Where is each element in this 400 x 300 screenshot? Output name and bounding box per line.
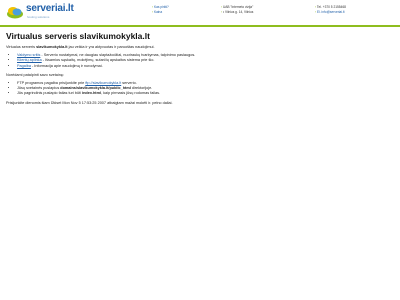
- page-title: Virtualus serveris slavikumokykla.lt: [6, 31, 150, 41]
- ftp-link[interactable]: ftp://slavikumokykla.lt: [85, 81, 121, 85]
- list-item-text: direktorijoje.: [130, 86, 153, 91]
- list-item-text: - Serverio nustatymai, ne daugiau slapta…: [40, 53, 196, 58]
- list-item-text: Jūsų svetainės puslapius: [17, 86, 61, 91]
- logo-cloud-icon: [7, 7, 23, 19]
- list-item-text: serverio.: [121, 81, 137, 86]
- intro-prefix: Virtualus serveris: [6, 45, 37, 49]
- upload-list: FTP programos pagalba prisijunkite prie …: [6, 81, 394, 97]
- logo-tagline: hosting solutions: [27, 15, 50, 19]
- company-name: UAB "Interneto vizija": [221, 5, 253, 10]
- list-item: Pagalba - Informacija apie naudojimą ir …: [17, 64, 394, 69]
- directory-path: domains/slavikumokykla.lt/public_html: [60, 86, 131, 91]
- help-link[interactable]: Pagalba: [17, 64, 31, 68]
- company-address: • Vilnius g. 14, Vilnius: [221, 10, 253, 15]
- logo-text: serveriai.lt: [26, 3, 74, 14]
- list-item-text: , kaip pirmasis jūsų rodomas failas.: [101, 91, 161, 96]
- header-company: UAB "Interneto vizija" • Vilnius g. 14, …: [221, 5, 253, 14]
- contact-phone: Tel. +370 5 2155468: [315, 5, 346, 10]
- intro-text: Virtualus serveris slavikumokykla.lt jau…: [6, 45, 394, 50]
- list-item: Jūs pagrindinis puslapio failas turi būt…: [17, 91, 394, 96]
- links-list: Valdymo sritis - Serverio nustatymai, ne…: [6, 53, 394, 69]
- header-link-buy[interactable]: Kas pirkti?: [152, 5, 169, 10]
- index-filename: index.html: [82, 91, 102, 96]
- list-item-text: - Išsamios sąskaitų, mokėjimų, sutarčių …: [41, 58, 155, 63]
- site-header: serveriai.lt hosting solutions Kas pirkt…: [0, 0, 400, 27]
- control-panel-link[interactable]: Valdymo sritis: [17, 53, 40, 57]
- list-item-text: Jūs pagrindinis puslapio failas turi būt…: [17, 91, 83, 96]
- footer-note: Prisijunkite dienomis šiam Ūkiset Mon No…: [6, 100, 173, 105]
- upload-heading: Norėdami patalpinti savo svetainę:: [6, 72, 65, 77]
- client-area-link[interactable]: Klientų aplinka: [17, 58, 42, 62]
- header-link-price[interactable]: Kaina: [152, 10, 169, 15]
- intro-domain: slavikumokykla.lt: [36, 45, 68, 49]
- contact-email[interactable]: El. info@serveriai.lt: [315, 10, 346, 15]
- header-contacts: Tel. +370 5 2155468 El. info@serveriai.l…: [315, 5, 346, 14]
- list-item-text: FTP programos pagalba prisijunkite prie: [17, 81, 86, 86]
- list-item-text: - Informacija apie naudojimą ir nurodyma…: [30, 63, 103, 68]
- header-links: Kas pirkti? Kaina: [152, 5, 169, 14]
- intro-suffix: jau veikia ir yra aktyvuotas ir paruošta…: [67, 45, 155, 49]
- main-content: Virtualus serveris slavikumokykla.lt Vir…: [6, 31, 394, 109]
